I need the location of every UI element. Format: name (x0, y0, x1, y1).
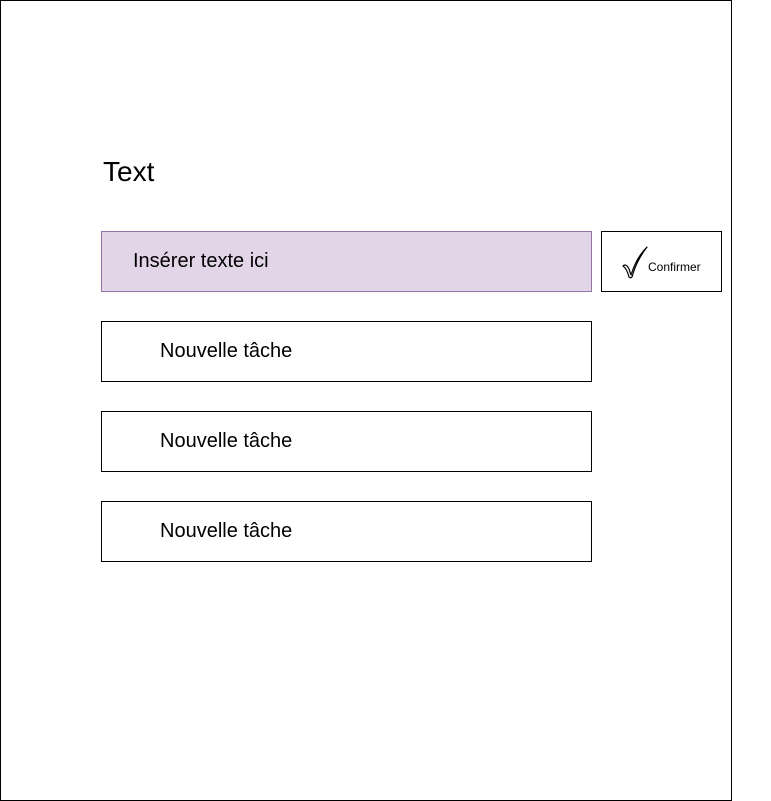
checkmark-icon (622, 246, 648, 279)
confirm-button[interactable]: Confirmer (601, 231, 722, 292)
task-text-input-value[interactable]: Insérer texte ici (133, 232, 269, 291)
task-item-label: Nouvelle tâche (160, 430, 293, 452)
page-title: Text (103, 156, 155, 187)
task-text-input[interactable]: Insérer texte ici (101, 231, 592, 292)
task-item[interactable]: Nouvelle tâche (101, 321, 592, 382)
task-item[interactable]: Nouvelle tâche (101, 501, 592, 562)
task-item-label: Nouvelle tâche (160, 520, 293, 542)
task-item-label: Nouvelle tâche (160, 340, 293, 362)
task-item[interactable]: Nouvelle tâche (101, 411, 592, 472)
confirm-button-label: Confirmer (648, 260, 701, 274)
app-frame: Text Insérer texte ici Confirmer Nouvell… (0, 0, 732, 801)
